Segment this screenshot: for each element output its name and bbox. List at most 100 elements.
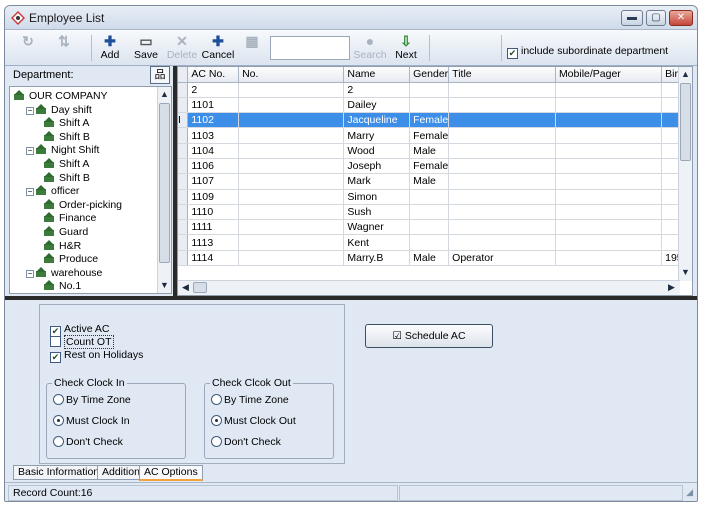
scroll-up-icon[interactable]: ▲ — [158, 88, 171, 101]
tree-node[interactable]: Shift B — [44, 171, 90, 185]
table-cell[interactable] — [555, 112, 663, 129]
maximize-button[interactable]: ▢ — [646, 10, 666, 26]
table-row[interactable]: 1106 Joseph Female — [178, 158, 692, 175]
table-cell[interactable]: Male — [409, 143, 450, 159]
tree-node[interactable]: − Day shift — [26, 103, 92, 117]
tree-node[interactable]: No.1 — [44, 280, 81, 293]
row-indicator[interactable] — [178, 204, 189, 221]
table-cell[interactable]: 1103 — [187, 127, 240, 144]
schedule-ac-button[interactable]: ☑ Schedule AC — [365, 324, 493, 348]
table-cell[interactable] — [555, 173, 663, 190]
search-button[interactable]: ● Search — [351, 32, 389, 64]
table-cell[interactable]: Kent — [343, 234, 411, 251]
export-button[interactable]: ▦ — [233, 32, 271, 64]
collapse-icon[interactable]: − — [26, 269, 34, 278]
tree-node[interactable]: OUR COMPANY — [14, 90, 108, 103]
minimize-button[interactable]: ▬ — [621, 10, 643, 26]
table-row[interactable]: 1109 Simon — [178, 189, 692, 205]
table-cell[interactable] — [409, 234, 450, 251]
table-cell[interactable]: 1110 — [187, 204, 240, 221]
table-cell[interactable]: Marry.B — [343, 250, 411, 267]
table-cell[interactable] — [555, 204, 663, 221]
table-row[interactable]: 1101 Dailey — [178, 97, 692, 114]
include-subdept-checkbox[interactable]: ✔ include subordinate department — [507, 45, 668, 59]
table-cell[interactable]: 1102 — [187, 112, 240, 129]
tree-node[interactable]: H&R — [44, 239, 81, 253]
tab-ac-options[interactable]: AC Options — [139, 465, 203, 481]
table-cell[interactable] — [448, 97, 556, 114]
table-cell[interactable]: 1104 — [187, 143, 240, 159]
tree-node[interactable]: Produce — [44, 253, 98, 266]
table-cell[interactable] — [448, 219, 556, 236]
table-cell[interactable] — [238, 97, 345, 114]
tab-addition[interactable]: Addition — [97, 465, 145, 480]
row-indicator[interactable] — [178, 97, 189, 114]
table-cell[interactable] — [409, 82, 450, 98]
table-cell[interactable] — [555, 189, 663, 205]
column-header[interactable]: Name — [343, 67, 411, 83]
table-cell[interactable]: Wood — [343, 143, 411, 159]
table-row[interactable]: 1104 Wood Male — [178, 143, 692, 159]
table-cell[interactable] — [238, 127, 345, 144]
cancel-button[interactable]: ✚ Cancel — [199, 32, 237, 64]
table-cell[interactable] — [448, 158, 556, 175]
rest-holidays-checkbox[interactable]: ✔ Rest on Holidays — [50, 349, 143, 363]
table-cell[interactable] — [409, 219, 450, 236]
row-indicator[interactable] — [178, 82, 189, 98]
count-ot-checkbox[interactable]: Count OT — [50, 335, 114, 349]
org-chart-button[interactable]: 品 — [150, 66, 170, 84]
table-cell[interactable]: Female — [409, 127, 450, 144]
table-cell[interactable] — [238, 112, 345, 129]
table-cell[interactable] — [555, 158, 663, 175]
row-indicator[interactable] — [178, 143, 189, 159]
scroll-down-icon[interactable]: ▼ — [158, 279, 171, 292]
collapse-icon[interactable]: − — [26, 106, 34, 115]
table-cell[interactable]: 1101 — [187, 97, 240, 114]
collapse-icon[interactable]: − — [26, 147, 34, 156]
scroll-thumb[interactable] — [159, 103, 170, 263]
table-cell[interactable] — [409, 189, 450, 205]
table-cell[interactable]: Male — [409, 250, 450, 267]
table-cell[interactable] — [238, 82, 345, 98]
clock-out-option-must[interactable]: Must Clock Out — [211, 415, 296, 427]
table-cell[interactable]: 1107 — [187, 173, 240, 190]
table-row[interactable]: 22 — [178, 82, 692, 98]
table-cell[interactable] — [448, 127, 556, 144]
tree-node[interactable]: Shift B — [44, 130, 90, 144]
table-cell[interactable] — [448, 173, 556, 190]
row-indicator[interactable] — [178, 189, 189, 205]
table-cell[interactable]: 1111 — [187, 219, 240, 236]
table-cell[interactable] — [238, 158, 345, 175]
table-cell[interactable] — [238, 143, 345, 159]
table-cell[interactable]: Marry — [343, 127, 411, 144]
table-cell[interactable] — [409, 97, 450, 114]
tree-node[interactable]: − officer — [26, 185, 79, 198]
clock-out-option-time-zone[interactable]: By Time Zone — [211, 394, 289, 406]
tree-node[interactable]: Shift A — [44, 117, 89, 130]
tree-node[interactable]: − Night Shift — [26, 144, 99, 157]
table-cell[interactable]: 1109 — [187, 189, 240, 205]
table-cell[interactable] — [448, 204, 556, 221]
tree-node[interactable]: − warehouse — [26, 266, 102, 280]
tree-node[interactable]: Guard — [44, 226, 88, 239]
row-indicator[interactable] — [178, 158, 189, 175]
collapse-icon[interactable]: − — [26, 188, 34, 197]
delete-button[interactable]: ✕ Delete — [163, 32, 201, 64]
table-cell[interactable]: Joseph — [343, 158, 411, 175]
table-cell[interactable] — [555, 234, 663, 251]
table-cell[interactable] — [238, 173, 345, 190]
table-cell[interactable] — [409, 204, 450, 221]
table-cell[interactable] — [555, 97, 663, 114]
employee-grid[interactable]: AC No. No. Name Gender Title Mobile/Pager Birt… — [177, 66, 693, 296]
scroll-thumb[interactable] — [193, 282, 207, 293]
table-cell[interactable] — [555, 82, 663, 98]
table-cell[interactable] — [238, 204, 345, 221]
tree-node[interactable]: Shift A — [44, 158, 89, 171]
department-tree[interactable]: ▲ ▼ OUR COMPANY − Day shift Shift A Shift B −… — [9, 86, 172, 294]
scroll-thumb[interactable] — [680, 83, 691, 161]
table-cell[interactable] — [555, 127, 663, 144]
table-cell[interactable]: Male — [409, 173, 450, 190]
refresh-button[interactable]: ↻ — [9, 32, 47, 64]
sort-button[interactable]: ⇅ — [45, 32, 83, 64]
clock-in-option-must[interactable]: Must Clock In — [53, 415, 130, 427]
